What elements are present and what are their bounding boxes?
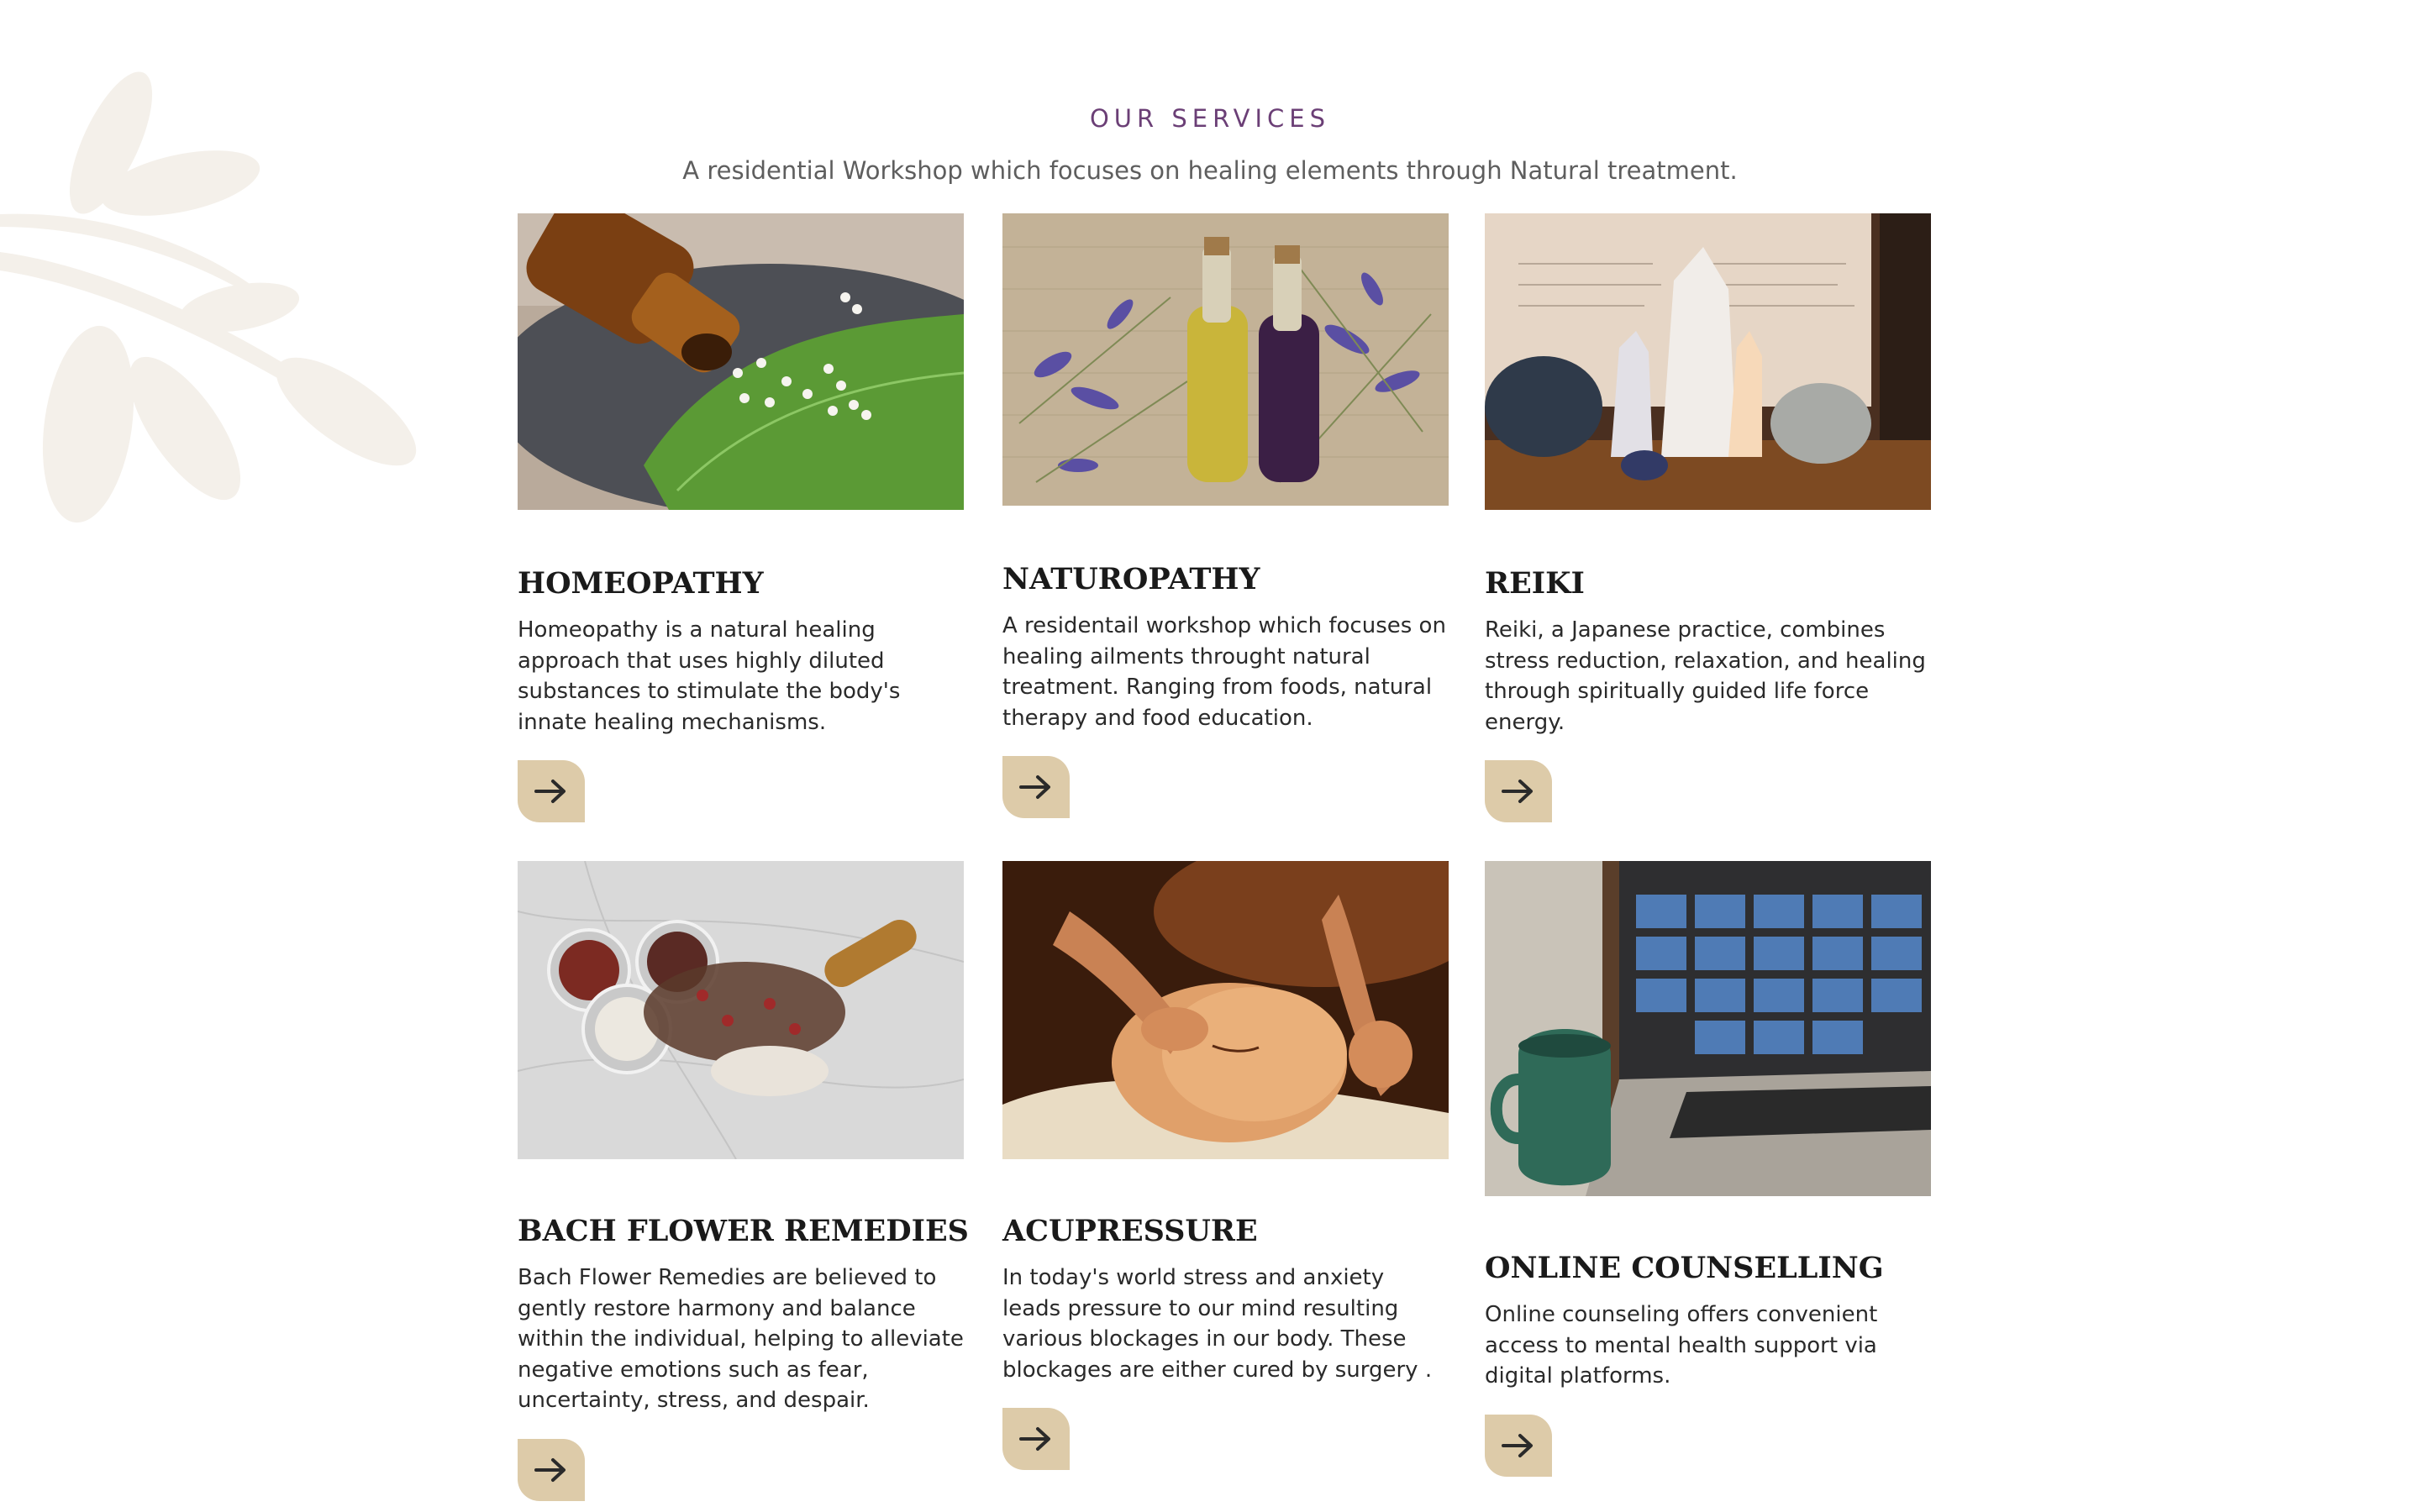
homeopathy-bottle-pills-image bbox=[518, 213, 964, 510]
online-counselling-more-button[interactable] bbox=[1485, 1415, 1552, 1477]
arrow-right-icon bbox=[1019, 775, 1050, 799]
arrow-right-icon bbox=[534, 780, 566, 803]
service-card-bach-flower: BACH FLOWER REMEDIES Bach Flower Remedie… bbox=[518, 861, 969, 1508]
crystals-image bbox=[1485, 213, 1931, 510]
service-title: REIKI bbox=[1485, 566, 1585, 601]
homeopathy-more-button[interactable] bbox=[518, 760, 585, 822]
service-card-homeopathy: HOMEOPATHY Homeopathy is a natural heali… bbox=[518, 213, 964, 827]
bach-flower-more-button[interactable] bbox=[518, 1439, 585, 1501]
service-title: HOMEOPATHY bbox=[518, 566, 764, 601]
arrow-right-icon bbox=[534, 1458, 566, 1482]
acupressure-more-button[interactable] bbox=[1002, 1408, 1070, 1470]
arrow-right-icon bbox=[1502, 780, 1533, 803]
service-description: In today's world stress and anxiety lead… bbox=[1002, 1265, 1433, 1383]
arrow-right-icon bbox=[1502, 1434, 1533, 1457]
section-subtitle: A residential Workshop which focuses on … bbox=[682, 156, 1738, 185]
reiki-more-button[interactable] bbox=[1485, 760, 1552, 822]
service-card-online-counselling: ONLINE COUNSELLING Online counseling off… bbox=[1485, 861, 1931, 1508]
service-description: Homeopathy is a natural healing approach… bbox=[518, 617, 901, 735]
service-card-reiki: REIKI Reiki, a Japanese practice, combin… bbox=[1485, 213, 1931, 827]
face-massage-image bbox=[1002, 861, 1449, 1159]
service-description: Bach Flower Remedies are believed to gen… bbox=[518, 1265, 964, 1413]
service-description: Online counseling offers convenient acce… bbox=[1485, 1302, 1878, 1389]
service-title: ONLINE COUNSELLING bbox=[1485, 1251, 1884, 1285]
service-description: A residentail workshop which focuses on … bbox=[1002, 613, 1446, 731]
service-description: Reiki, a Japanese practice, combines str… bbox=[1485, 617, 1926, 735]
section-eyebrow: OUR SERVICES bbox=[1089, 104, 1331, 133]
dried-flowers-salt-image bbox=[518, 861, 964, 1159]
service-title: BACH FLOWER REMEDIES bbox=[518, 1214, 969, 1248]
service-title: NATUROPATHY bbox=[1002, 562, 1260, 596]
service-card-acupressure: ACUPRESSURE In today's world stress and … bbox=[1002, 861, 1449, 1508]
service-card-naturopathy: NATUROPATHY A residentail workshop which… bbox=[1002, 213, 1449, 827]
laptop-video-call-mug-image bbox=[1485, 861, 1931, 1196]
oil-bottles-lavender-image bbox=[1002, 213, 1449, 506]
arrow-right-icon bbox=[1019, 1427, 1050, 1451]
naturopathy-more-button[interactable] bbox=[1002, 756, 1070, 818]
service-title: ACUPRESSURE bbox=[1002, 1214, 1258, 1248]
